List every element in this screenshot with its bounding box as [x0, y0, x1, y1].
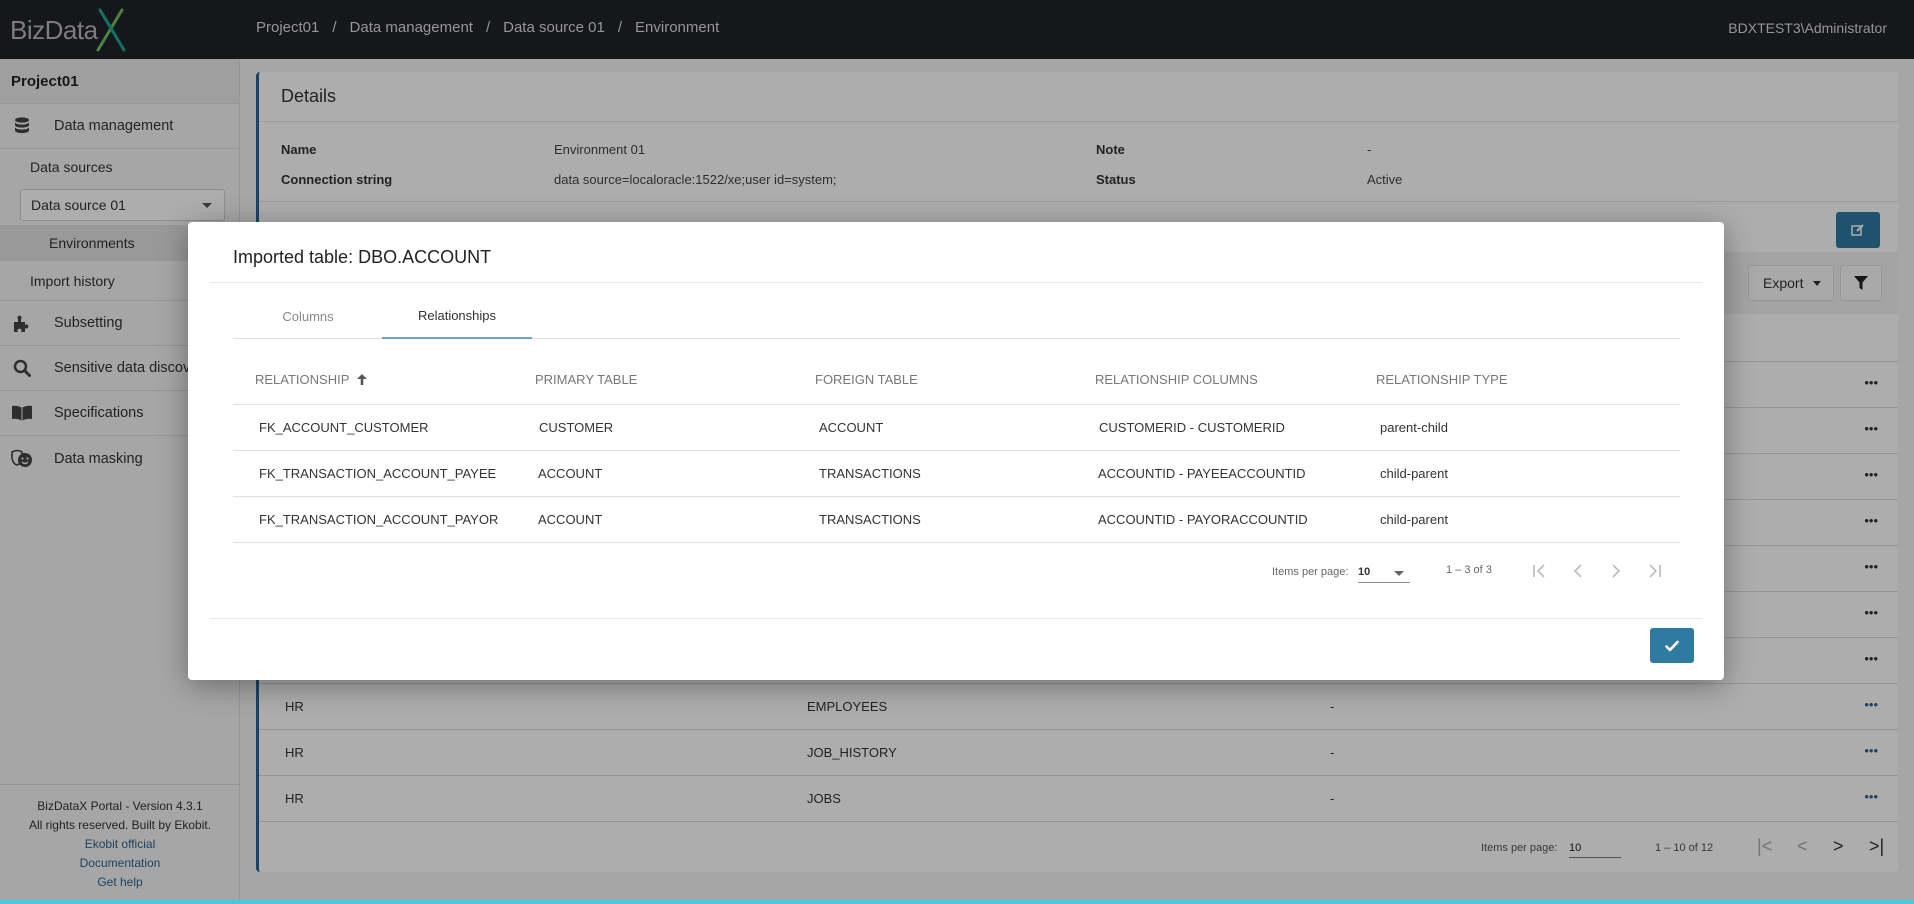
dialog-title: Imported table: DBO.ACCOUNT	[233, 247, 492, 267]
first-page-button[interactable]	[1528, 559, 1552, 583]
items-per-page-label: Items per page:	[1272, 566, 1349, 578]
divider	[210, 618, 1702, 619]
bottom-strip	[0, 900, 1914, 904]
column-header-relationship-columns[interactable]: RELATIONSHIP COLUMNS	[1095, 372, 1258, 387]
relationships-table-header: RELATIONSHIP PRIMARY TABLE FOREIGN TABLE…	[233, 352, 1680, 405]
relationship-columns-cell: CUSTOMERID - CUSTOMERID	[1099, 420, 1285, 435]
page-range: 1 – 3 of 3	[1446, 564, 1492, 576]
last-page-icon	[1649, 564, 1661, 578]
column-header-label: RELATIONSHIP	[255, 372, 350, 387]
table-row[interactable]: FK_TRANSACTION_ACCOUNT_PAYOR ACCOUNT TRA…	[233, 497, 1680, 543]
dialog-tabs: Columns Relationships	[233, 294, 1680, 339]
relationship-cell: FK_TRANSACTION_ACCOUNT_PAYEE	[259, 466, 497, 481]
checkmark-icon	[1665, 640, 1679, 651]
relationship-type-cell: parent-child	[1380, 420, 1448, 435]
table-row[interactable]: FK_TRANSACTION_ACCOUNT_PAYEE ACCOUNT TRA…	[233, 451, 1680, 497]
chevron-down-icon	[1394, 571, 1404, 576]
relationship-cell: FK_ACCOUNT_CUSTOMER	[259, 420, 429, 435]
tab-columns[interactable]: Columns	[233, 294, 383, 339]
divider	[210, 282, 1702, 283]
relationship-type-cell: child-parent	[1380, 512, 1448, 527]
first-page-icon	[1533, 564, 1545, 578]
confirm-button[interactable]	[1650, 628, 1694, 663]
foreign-table-cell: TRANSACTIONS	[819, 466, 921, 481]
column-header-foreign-table[interactable]: FOREIGN TABLE	[815, 372, 918, 387]
relationships-table: RELATIONSHIP PRIMARY TABLE FOREIGN TABLE…	[233, 352, 1680, 543]
relationship-type-cell: child-parent	[1380, 466, 1448, 481]
relationship-columns-cell: ACCOUNTID - PAYEEACCOUNTID	[1098, 466, 1306, 481]
column-header-relationship[interactable]: RELATIONSHIP	[255, 372, 367, 387]
items-per-page-select[interactable]: 10	[1358, 561, 1410, 583]
items-per-page-value: 10	[1358, 566, 1371, 578]
foreign-table-cell: TRANSACTIONS	[819, 512, 921, 527]
primary-table-cell: ACCOUNT	[538, 512, 603, 527]
previous-page-button[interactable]	[1566, 559, 1590, 583]
table-row[interactable]: FK_ACCOUNT_CUSTOMER CUSTOMER ACCOUNT CUS…	[233, 405, 1680, 451]
primary-table-cell: ACCOUNT	[538, 466, 603, 481]
foreign-table-cell: ACCOUNT	[819, 420, 884, 435]
column-header-relationship-type[interactable]: RELATIONSHIP TYPE	[1376, 372, 1508, 387]
column-header-primary-table[interactable]: PRIMARY TABLE	[535, 372, 637, 387]
tab-relationships[interactable]: Relationships	[382, 294, 532, 339]
primary-table-cell: CUSTOMER	[539, 420, 614, 435]
last-page-button[interactable]	[1642, 559, 1666, 583]
sort-ascending-icon	[356, 374, 367, 385]
imported-table-dialog: Imported table: DBO.ACCOUNT Columns Rela…	[188, 222, 1724, 680]
relationship-columns-cell: ACCOUNTID - PAYORACCOUNTID	[1098, 512, 1308, 527]
next-page-button[interactable]	[1604, 559, 1628, 583]
relationship-cell: FK_TRANSACTION_ACCOUNT_PAYOR	[259, 512, 499, 527]
previous-page-icon	[1573, 564, 1582, 578]
next-page-icon	[1612, 564, 1621, 578]
relationships-paginator: Items per page: 10 1 – 3 of 3	[188, 557, 1680, 587]
